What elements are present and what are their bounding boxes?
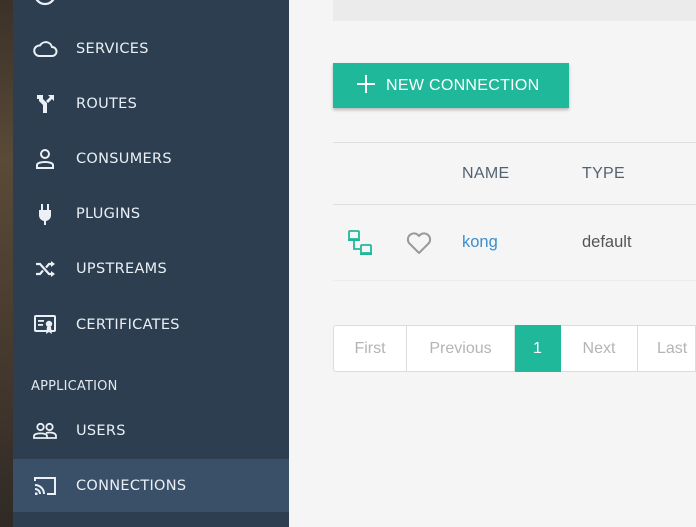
sidebar-item-services[interactable]: SERVICES [13, 23, 289, 75]
column-header-type[interactable]: TYPE [582, 165, 625, 183]
connection-network-icon [347, 229, 375, 263]
sidebar-item-label: UPSTREAMS [76, 261, 167, 277]
table-top-border [333, 142, 696, 143]
sidebar-item-dashboard[interactable] [13, 0, 289, 20]
sidebar-item-plugins[interactable]: PLUGINS [13, 188, 289, 240]
sidebar-item-routes[interactable]: ROUTES [13, 78, 289, 130]
sidebar-item-label: USERS [76, 423, 126, 439]
sidebar-item-label: ROUTES [76, 96, 138, 112]
sidebar-item-label: CONNECTIONS [76, 477, 187, 494]
pagination-last[interactable]: Last [638, 325, 696, 372]
cloud-icon [31, 35, 59, 63]
section-label-application: APPLICATION [31, 379, 118, 394]
pagination-previous[interactable]: Previous [407, 325, 515, 372]
sidebar-item-consumers[interactable]: CONSUMERS [13, 133, 289, 185]
pagination-next[interactable]: Next [561, 325, 638, 372]
pagination-page-1[interactable]: 1 [515, 325, 561, 372]
table-header-border [333, 204, 696, 205]
plug-icon [31, 200, 59, 228]
cast-icon [31, 472, 59, 500]
connection-type: default [582, 233, 632, 251]
user-icon [31, 145, 59, 173]
sidebar-item-label: CERTIFICATES [76, 317, 180, 333]
certificate-icon [31, 311, 59, 339]
users-icon [31, 417, 59, 445]
shuffle-icon [31, 255, 59, 283]
plus-icon [355, 73, 377, 95]
sidebar-item-label: PLUGINS [76, 206, 141, 222]
table-row-border [333, 280, 696, 281]
sidebar-item-label: CONSUMERS [76, 151, 172, 167]
sidebar-item-users[interactable]: USERS [13, 405, 289, 457]
pagination: First Previous 1 Next Last [333, 325, 696, 372]
routes-icon [31, 90, 59, 118]
new-connection-button[interactable]: NEW CONNECTION [333, 63, 569, 108]
sidebar-item-label: SERVICES [76, 41, 149, 57]
sidebar-item-connections[interactable]: CONNECTIONS [13, 459, 289, 512]
background-strip [0, 0, 13, 527]
dashboard-icon [31, 0, 59, 8]
pagination-first[interactable]: First [333, 325, 407, 372]
connection-name-link[interactable]: kong [462, 233, 498, 252]
new-connection-label: NEW CONNECTION [386, 76, 540, 94]
top-panel [333, 0, 696, 21]
sidebar-item-certificates[interactable]: CERTIFICATES [13, 299, 289, 351]
heart-icon[interactable] [405, 230, 433, 260]
column-header-name[interactable]: NAME [462, 165, 509, 183]
sidebar: SERVICES ROUTES CONSUMERS PLUGINS UPSTRE… [13, 0, 289, 527]
sidebar-item-upstreams[interactable]: UPSTREAMS [13, 243, 289, 295]
